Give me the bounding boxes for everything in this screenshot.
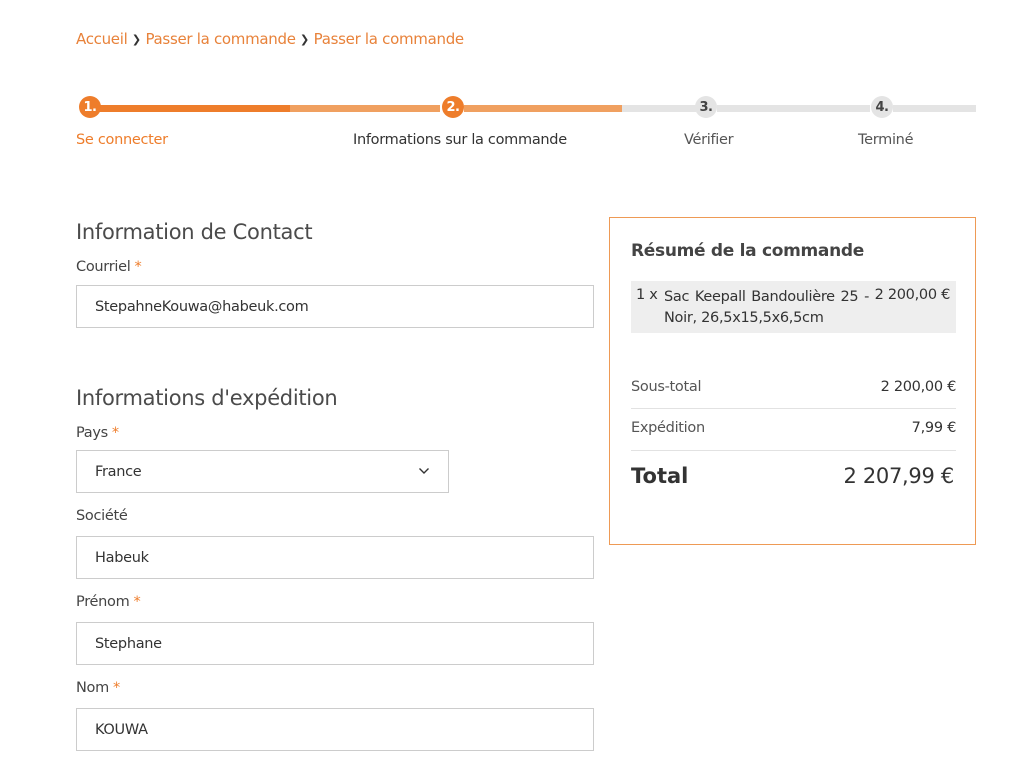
chevron-right-icon: ❯	[300, 32, 310, 46]
progress-bar-segment-pending	[717, 105, 870, 112]
breadcrumb-checkout-link[interactable]: Passer la commande	[145, 30, 295, 48]
summary-divider	[631, 450, 956, 451]
step-1-marker: 1.	[79, 96, 101, 118]
company-field-value: Habeuk	[95, 549, 149, 566]
subtotal-row: Sous-total 2 200,00 €	[631, 379, 956, 395]
shipping-cost-value: 7,99 €	[911, 420, 957, 436]
email-label-text: Courriel	[76, 259, 131, 275]
required-mark: *	[112, 680, 120, 696]
country-select[interactable]: France	[76, 450, 449, 493]
shipping-cost-label: Expédition	[631, 420, 705, 436]
breadcrumb-home-link[interactable]: Accueil	[76, 30, 128, 48]
checkout-progress-stepper: 1. 2. 3. 4. Se connecter Informations su…	[76, 94, 976, 154]
company-label: Société	[76, 508, 128, 524]
order-item-name: Sac Keepall Bandoulière 25 - Noir, 26,5x…	[664, 289, 869, 326]
step-3-marker: 3.	[695, 96, 717, 118]
country-label-text: Pays	[76, 425, 108, 441]
email-field-value: StepahneKouwa@habeuk.com	[95, 298, 309, 315]
contact-heading: Information de Contact	[76, 220, 313, 244]
country-label: Pays *	[76, 425, 119, 441]
chevron-down-icon	[419, 468, 429, 474]
firstname-field[interactable]: Stephane	[76, 622, 594, 665]
step-3-label: Vérifier	[684, 132, 734, 148]
required-mark: *	[134, 259, 142, 275]
required-mark: *	[133, 594, 141, 610]
step-2-marker: 2.	[442, 96, 464, 118]
lastname-label-text: Nom	[76, 680, 109, 696]
subtotal-value: 2 200,00 €	[880, 379, 957, 395]
order-item-price: 2 200,00 €	[874, 287, 951, 303]
progress-bar-segment-pending	[893, 105, 976, 112]
lastname-field-value: KOUWA	[95, 721, 148, 738]
breadcrumb: Accueil ❯ Passer la commande ❯ Passer la…	[76, 30, 464, 48]
email-label: Courriel *	[76, 259, 142, 275]
country-select-value: France	[95, 463, 142, 480]
breadcrumb-current-link[interactable]: Passer la commande	[314, 30, 464, 48]
firstname-label: Prénom *	[76, 594, 141, 610]
order-item-row: 1 x Sac Keepall Bandoulière 25 - Noir, 2…	[631, 281, 956, 333]
step-4-marker: 4.	[871, 96, 893, 118]
progress-bar-segment-pending	[622, 105, 696, 112]
order-summary-title: Résumé de la commande	[631, 241, 864, 261]
step-1-label[interactable]: Se connecter	[76, 132, 168, 148]
shipping-cost-row: Expédition 7,99 €	[631, 420, 956, 436]
progress-bar-segment-partial	[290, 105, 440, 112]
required-mark: *	[111, 425, 119, 441]
chevron-right-icon: ❯	[131, 32, 142, 46]
lastname-label: Nom *	[76, 680, 120, 696]
order-summary-panel: Résumé de la commande 1 x Sac Keepall Ba…	[609, 217, 976, 545]
company-field[interactable]: Habeuk	[76, 536, 594, 579]
progress-bar-segment-done	[98, 105, 290, 112]
total-value: 2 207,99 €	[843, 464, 954, 488]
order-item-quantity: 1 x	[636, 287, 658, 303]
progress-bar-segment-current	[464, 105, 622, 112]
lastname-field[interactable]: KOUWA	[76, 708, 594, 751]
email-field[interactable]: StepahneKouwa@habeuk.com	[76, 285, 594, 328]
firstname-label-text: Prénom	[76, 594, 130, 610]
total-label: Total	[631, 464, 689, 488]
step-2-label: Informations sur la commande	[353, 132, 567, 148]
summary-divider	[631, 408, 956, 409]
firstname-field-value: Stephane	[95, 635, 162, 652]
subtotal-label: Sous-total	[631, 379, 702, 395]
shipping-heading: Informations d'expédition	[76, 386, 338, 410]
step-4-label: Terminé	[858, 132, 914, 148]
